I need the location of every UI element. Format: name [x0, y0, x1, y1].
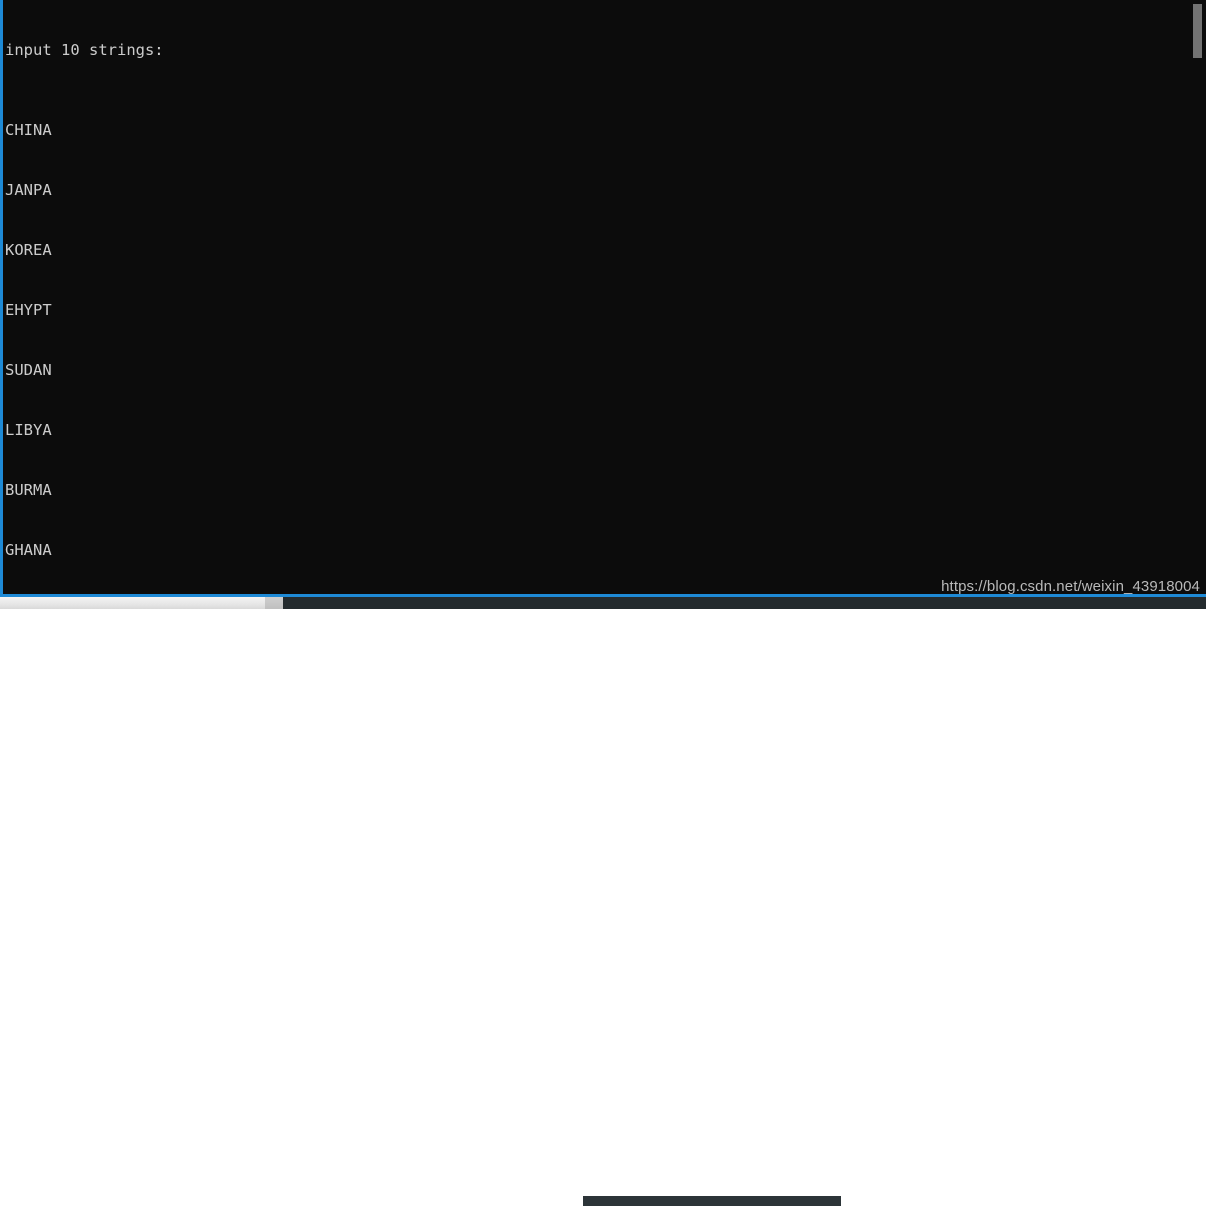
- console-line-prompt: input 10 strings:: [5, 41, 164, 59]
- console-line-input-4: SUDAN: [5, 361, 52, 379]
- console-output-area[interactable]: input 10 strings: CHINA JANPA KOREA EHYP…: [3, 0, 1206, 594]
- console-scrollbar-thumb[interactable]: [1193, 4, 1202, 58]
- desktop-background: input 10 strings: CHINA JANPA KOREA EHYP…: [0, 0, 1206, 1206]
- console-line-input-5: LIBYA: [5, 421, 52, 439]
- taskbar-divider: [265, 597, 283, 609]
- watermark-url: https://blog.csdn.net/weixin_43918004: [941, 578, 1200, 595]
- console-line-input-1: JANPA: [5, 181, 52, 199]
- console-line-input-3: EHYPT: [5, 301, 52, 319]
- console-line-input-6: BURMA: [5, 481, 52, 499]
- console-line-input-7: GHANA: [5, 541, 52, 559]
- console-line-input-2: KOREA: [5, 241, 52, 259]
- console-window[interactable]: input 10 strings: CHINA JANPA KOREA EHYP…: [0, 0, 1206, 597]
- taskbar[interactable]: [283, 597, 1206, 1206]
- taskbar-item[interactable]: [583, 1196, 841, 1206]
- console-text: input 10 strings: CHINA JANPA KOREA EHYP…: [5, 0, 509, 594]
- taskbar-left-panel: [0, 597, 265, 609]
- console-line-input-0: CHINA: [5, 121, 52, 139]
- console-scrollbar[interactable]: [1193, 0, 1204, 594]
